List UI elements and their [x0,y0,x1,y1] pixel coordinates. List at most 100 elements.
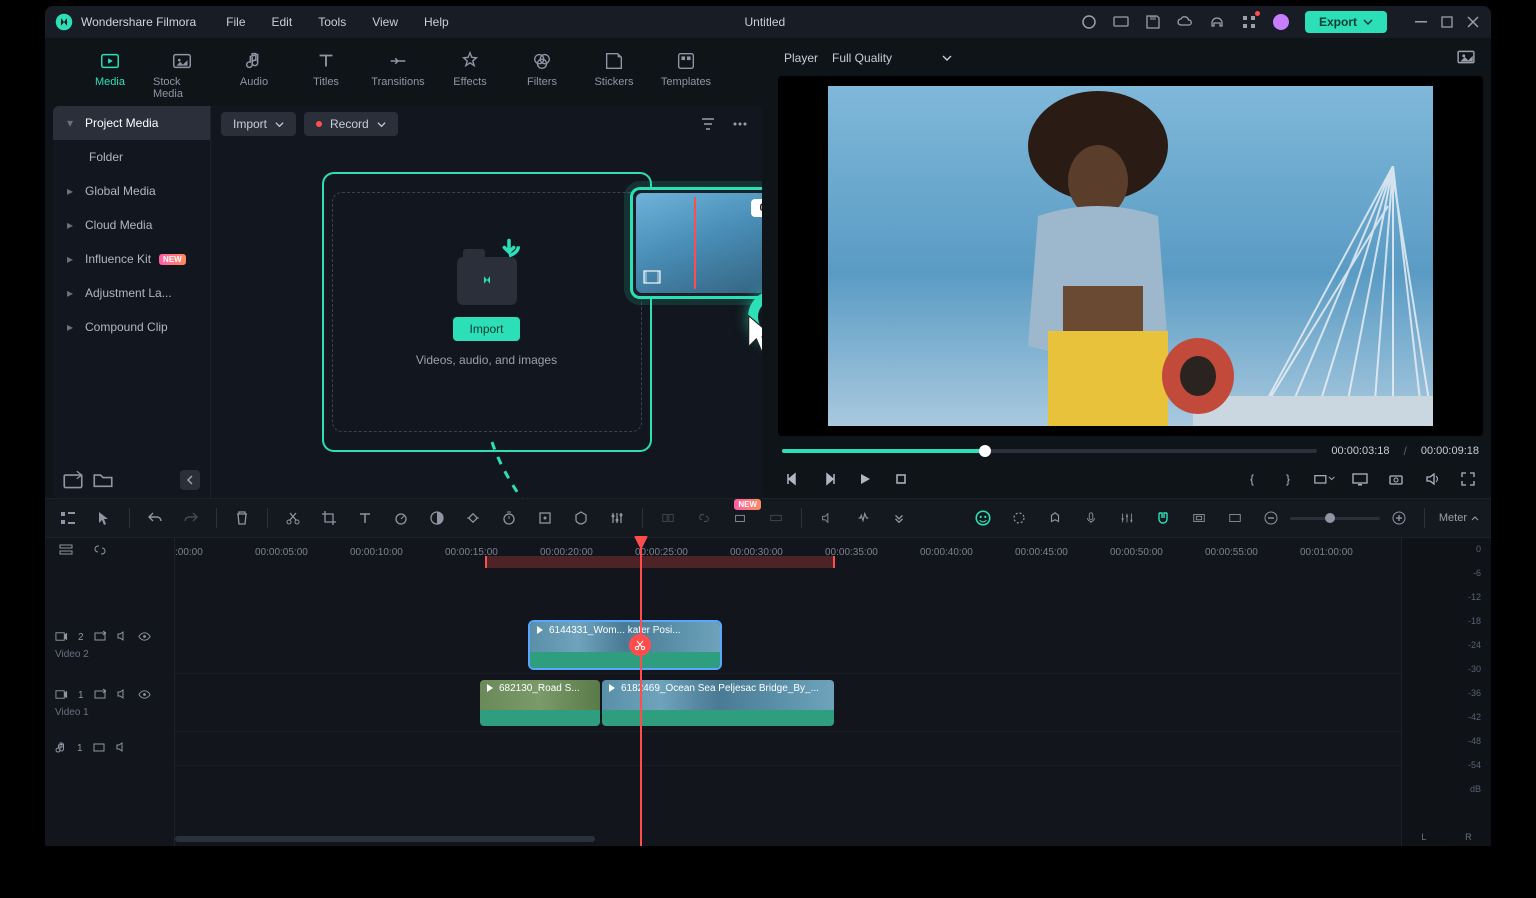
duration-button[interactable] [498,507,520,529]
zoom-out-button[interactable] [1260,507,1282,529]
step-back-button[interactable] [782,468,804,490]
group-button[interactable] [657,507,679,529]
snapshot-button[interactable] [1385,468,1407,490]
tab-stickers[interactable]: Stickers [585,50,643,100]
timeline-scrollbar[interactable] [175,836,1401,844]
sidebar-item-cloud-media[interactable]: ▸Cloud Media [53,208,210,242]
volume-button[interactable] [1421,468,1443,490]
tab-media[interactable]: Media [81,50,139,100]
voiceover-button[interactable] [1080,507,1102,529]
track-insert-icon[interactable] [94,630,106,645]
mark-in-button[interactable]: { [1241,468,1263,490]
tab-filters[interactable]: Filters [513,50,571,100]
step-forward-button[interactable] [818,468,840,490]
render-button[interactable] [765,507,787,529]
split-button[interactable] [282,507,304,529]
apps-icon[interactable] [1241,14,1257,30]
track-visible-icon[interactable] [138,630,151,646]
screen-icon[interactable] [1113,14,1129,30]
quality-selector[interactable]: Full Quality [832,51,952,65]
tab-audio[interactable]: Audio [225,50,283,100]
select-tool-button[interactable] [93,507,115,529]
headset-icon[interactable] [1209,14,1225,30]
marker-add-button[interactable]: NEW [729,507,751,529]
import-button[interactable]: Import [453,317,519,341]
link-toggle-icon[interactable] [93,543,109,559]
tracking-button[interactable] [534,507,556,529]
track-mute-icon[interactable] [116,630,128,645]
maximize-icon[interactable] [1439,14,1455,30]
menu-edit[interactable]: Edit [272,15,293,29]
track-options-icon[interactable] [59,543,75,559]
cloud-icon[interactable] [1177,14,1193,30]
crop-button[interactable] [318,507,340,529]
record-status-icon[interactable] [1081,14,1097,30]
tab-transitions[interactable]: Transitions [369,50,427,100]
close-icon[interactable] [1465,14,1481,30]
meter-toggle[interactable]: Meter [1439,512,1479,524]
track-visible-icon[interactable] [138,688,151,704]
delete-button[interactable] [231,507,253,529]
sidebar-item-adjustment-layer[interactable]: ▸Adjustment La... [53,276,210,310]
effects-wheel-button[interactable] [1008,507,1030,529]
keyframe-button[interactable] [462,507,484,529]
clip-video1-a[interactable]: 682130_Road S... [480,680,600,726]
audio-detach-button[interactable] [816,507,838,529]
imported-clip-thumbnail[interactable]: 00:00:09 [630,187,763,299]
menu-tools[interactable]: Tools [318,15,346,29]
export-button[interactable]: Export [1305,11,1387,33]
fit-button[interactable] [1224,507,1246,529]
tab-effects[interactable]: Effects [441,50,499,100]
zoom-slider[interactable] [1290,517,1380,520]
in-out-region[interactable] [485,556,835,568]
track-mute-icon[interactable] [116,688,128,703]
zoom-in-button[interactable] [1388,507,1410,529]
undo-button[interactable] [144,507,166,529]
menu-file[interactable]: File [226,15,245,29]
more-tools-button[interactable] [888,507,910,529]
minimize-icon[interactable] [1413,14,1429,30]
color-button[interactable] [426,507,448,529]
tab-templates[interactable]: Templates [657,50,715,100]
fullscreen-button[interactable] [1457,468,1479,490]
save-icon[interactable] [1145,14,1161,30]
speed-button[interactable] [390,507,412,529]
clip-video2-a[interactable]: 6144331_Wom... kater Posi... [530,622,720,668]
sidebar-item-compound-clip[interactable]: ▸Compound Clip [53,310,210,344]
marker-button[interactable] [1044,507,1066,529]
playhead[interactable] [640,538,642,846]
mark-out-button[interactable]: } [1277,468,1299,490]
scrub-knob[interactable] [979,445,991,457]
mask-button[interactable] [570,507,592,529]
track-insert-icon[interactable] [93,741,105,756]
sidebar-item-influence-kit[interactable]: ▸Influence KitNEW [53,242,210,276]
record-dropdown[interactable]: Record [304,112,398,136]
more-icon[interactable] [728,112,752,136]
display-button[interactable] [1349,468,1371,490]
sidebar-item-global-media[interactable]: ▸Global Media [53,174,210,208]
link-button[interactable] [693,507,715,529]
import-dropdown[interactable]: Import [221,112,296,136]
sidebar-item-project-media[interactable]: ▾Project Media [53,106,210,140]
image-icon[interactable] [1457,48,1477,68]
scrub-track[interactable] [782,449,1317,453]
menu-help[interactable]: Help [424,15,449,29]
mixer-button[interactable] [1116,507,1138,529]
ai-face-button[interactable] [972,507,994,529]
text-button[interactable] [354,507,376,529]
aspect-button[interactable] [1313,468,1335,490]
sidebar-item-folder[interactable]: Folder [53,140,210,174]
redo-button[interactable] [180,507,202,529]
track-mute-icon[interactable] [115,741,127,756]
stop-button[interactable] [890,468,912,490]
preview-viewer[interactable] [778,76,1483,436]
track-insert-icon[interactable] [94,688,106,703]
play-button[interactable] [854,468,876,490]
media-dropzone[interactable]: Import Videos, audio, and images [332,192,642,432]
filter-icon[interactable] [696,112,720,136]
new-folder-icon[interactable] [93,470,113,490]
tab-stock-media[interactable]: Stock Media [153,50,211,100]
magnetic-button[interactable] [1152,507,1174,529]
new-bin-icon[interactable] [63,470,83,490]
tab-titles[interactable]: Titles [297,50,355,100]
